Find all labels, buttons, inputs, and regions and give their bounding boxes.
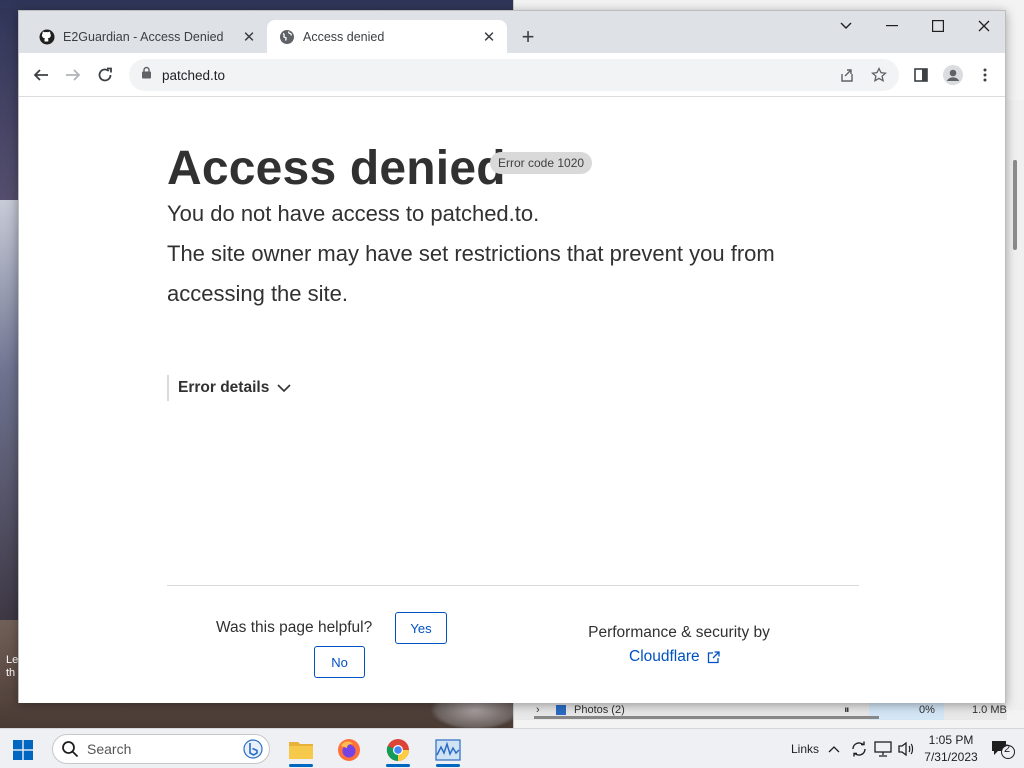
links-toolbar[interactable]: Links bbox=[791, 729, 819, 768]
process-name: Photos (2) bbox=[574, 704, 625, 716]
clock-date: 7/31/2023 bbox=[924, 750, 978, 764]
bing-icon[interactable] bbox=[243, 739, 263, 759]
chevron-up-icon[interactable] bbox=[828, 729, 840, 768]
tab-e2guardian[interactable]: E2Guardian - Access Denied ✕ bbox=[27, 20, 267, 53]
network-icon[interactable] bbox=[874, 729, 892, 768]
page-title: Access denied bbox=[167, 142, 506, 195]
error-details-toggle[interactable]: Error details bbox=[167, 375, 291, 401]
browser-window: E2Guardian - Access Denied ✕ Access deni… bbox=[18, 10, 1006, 703]
reload-button[interactable] bbox=[91, 61, 119, 89]
chrome-icon[interactable] bbox=[381, 733, 415, 767]
tab-access-denied[interactable]: Access denied ✕ bbox=[267, 20, 507, 53]
feedback-yes-button[interactable]: Yes bbox=[395, 612, 447, 644]
taskbar: Search Links 1:05 PM 7/31/2023 2 bbox=[0, 728, 1024, 768]
expand-chevron-icon[interactable]: › bbox=[536, 704, 540, 716]
window-scrollbar-thumb[interactable] bbox=[1013, 160, 1017, 245]
share-icon[interactable] bbox=[837, 65, 857, 85]
task-manager-icon[interactable] bbox=[431, 733, 465, 767]
tab-title: Access denied bbox=[303, 29, 385, 44]
active-indicator bbox=[436, 764, 460, 767]
github-icon bbox=[39, 29, 55, 45]
tab-title: E2Guardian - Access Denied bbox=[63, 29, 224, 44]
volume-icon[interactable] bbox=[897, 729, 915, 768]
tab-search-chevron-icon[interactable] bbox=[823, 11, 869, 41]
footer-divider bbox=[167, 585, 859, 586]
links-label[interactable]: Links bbox=[791, 742, 819, 756]
access-message: You do not have access to patched.to. bbox=[167, 201, 540, 226]
desktop-label-line2: th bbox=[6, 667, 16, 679]
clock-time: 1:05 PM bbox=[928, 733, 974, 747]
minimize-button[interactable] bbox=[869, 11, 915, 41]
close-tab-icon[interactable]: ✕ bbox=[241, 29, 257, 46]
external-link-icon bbox=[707, 650, 720, 664]
side-panel-icon[interactable] bbox=[907, 61, 935, 89]
desktop-icon-label[interactable]: Le th bbox=[6, 654, 18, 680]
profile-avatar-icon[interactable] bbox=[939, 61, 967, 89]
file-explorer-icon[interactable] bbox=[284, 733, 318, 767]
photos-app-icon bbox=[556, 705, 566, 715]
start-windows-icon[interactable] bbox=[6, 733, 40, 767]
active-indicator bbox=[289, 764, 313, 767]
error-details-label: Error details bbox=[178, 379, 270, 396]
restriction-message-line2: accessing the site. bbox=[167, 281, 348, 306]
system-clock[interactable]: 1:05 PM 7/31/2023 bbox=[918, 732, 984, 766]
performance-label: Performance & security by bbox=[588, 624, 770, 641]
address-bar[interactable]: patched.to bbox=[129, 59, 899, 91]
error-code-badge: Error code 1020 bbox=[490, 152, 593, 174]
globe-icon bbox=[279, 29, 295, 45]
notification-center-icon[interactable]: 2 bbox=[990, 729, 1016, 768]
lock-icon[interactable] bbox=[141, 66, 152, 84]
cloudflare-link-text[interactable]: Cloudflare bbox=[629, 648, 700, 666]
active-indicator bbox=[386, 764, 410, 767]
url-text[interactable]: patched.to bbox=[162, 68, 225, 83]
cloudflare-link[interactable]: Cloudflare bbox=[629, 648, 720, 666]
desktop-label-line1: Le bbox=[6, 654, 19, 666]
page-content: Access denied Error code 1020 You do not… bbox=[19, 97, 1005, 703]
cpu-value: 0% bbox=[919, 704, 935, 716]
forward-button[interactable] bbox=[59, 61, 87, 89]
close-window-button[interactable] bbox=[961, 11, 1007, 41]
chevron-down-icon bbox=[277, 384, 291, 392]
menu-kebab-icon[interactable] bbox=[971, 61, 999, 89]
restriction-message-line1: The site owner may have set restrictions… bbox=[167, 241, 775, 266]
search-icon bbox=[61, 740, 79, 758]
notification-count: 2 bbox=[1004, 743, 1011, 755]
feedback-question: Was this page helpful? bbox=[216, 619, 373, 636]
firefox-icon[interactable] bbox=[332, 733, 366, 767]
new-tab-button[interactable]: + bbox=[516, 24, 540, 49]
taskbar-search-box[interactable]: Search bbox=[52, 734, 270, 764]
horizontal-scrollbar[interactable] bbox=[534, 716, 879, 719]
memory-value: 1.0 MB bbox=[972, 704, 1007, 716]
feedback-no-button[interactable]: No bbox=[314, 646, 365, 678]
back-button[interactable] bbox=[27, 61, 55, 89]
bookmark-star-icon[interactable] bbox=[869, 65, 889, 85]
maximize-button[interactable] bbox=[915, 11, 961, 41]
browser-toolbar: patched.to bbox=[19, 53, 1005, 97]
cpu-cell: 0% bbox=[869, 700, 944, 720]
search-placeholder: Search bbox=[87, 741, 132, 757]
tab-strip: E2Guardian - Access Denied ✕ Access deni… bbox=[19, 11, 1005, 53]
close-tab-icon[interactable]: ✕ bbox=[481, 29, 497, 46]
sync-icon[interactable] bbox=[850, 729, 868, 768]
